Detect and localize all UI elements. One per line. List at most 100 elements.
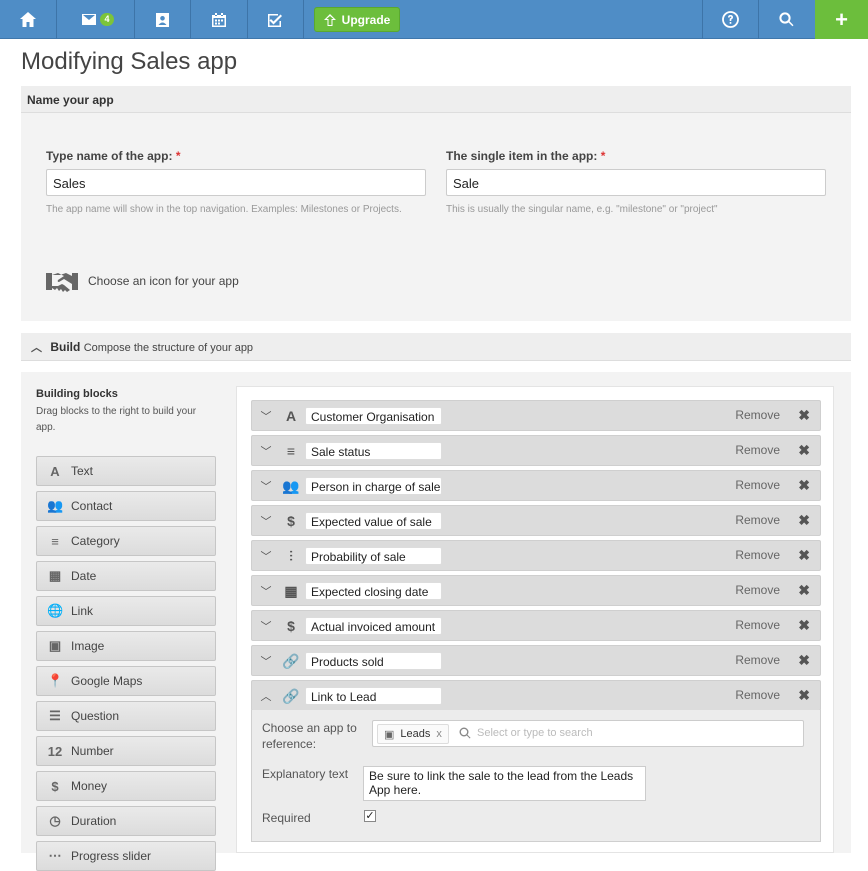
block-label: Duration [71,814,117,828]
block-date[interactable]: ▦ Date [36,561,216,591]
close-icon[interactable]: ✖ [798,442,810,459]
collapse-chevron-icon: ︿ [31,342,42,354]
block-duration[interactable]: ◷ Duration [36,806,216,836]
build-section-header[interactable]: ︿ Build Compose the structure of your ap… [21,333,851,361]
close-icon[interactable]: ✖ [798,512,810,529]
field-name-input[interactable]: Customer Organisation [305,407,442,425]
block-question[interactable]: ☰ Question [36,701,216,731]
field-row[interactable]: ﹀ A Customer Organisation Remove ✖ [251,400,821,431]
block-number[interactable]: 12 Number [36,736,216,766]
contacts-icon [155,12,169,27]
remove-field-button[interactable]: Remove [735,548,780,562]
block-category[interactable]: ≡ Category [36,526,216,556]
tasks-button[interactable] [247,0,303,39]
remove-field-button[interactable]: Remove [735,478,780,492]
close-icon[interactable]: ✖ [798,617,810,634]
field-name-input[interactable]: Person in charge of sale [305,477,442,495]
field-row[interactable]: ﹀ ▦ Expected closing date Remove ✖ [251,575,821,606]
money-icon: $ [287,618,295,634]
block-label: Date [71,569,97,583]
chevron-down-icon[interactable]: ﹀ [259,548,273,563]
mail-icon [82,14,97,25]
token-remove-icon[interactable]: x [436,728,442,743]
field-name-input[interactable]: Link to Lead [305,687,442,705]
chevron-down-icon[interactable]: ﹀ [259,513,273,528]
remove-field-button[interactable]: Remove [735,513,780,527]
explanatory-text-input[interactable]: Be sure to link the sale to the lead fro… [363,766,646,801]
block-text[interactable]: A Text [36,456,216,486]
field-row[interactable]: ﹀ 👥 Person in charge of sale Remove ✖ [251,470,821,501]
required-label: Required [262,811,311,825]
reference-app-select[interactable]: ▣ Leads x Select or type to search [372,720,804,747]
category-icon: ≡ [286,443,296,459]
close-icon[interactable]: ✖ [798,652,810,669]
chevron-up-icon[interactable]: ︿ [259,688,273,703]
contacts-icon: ▣ [384,729,395,741]
block-link[interactable]: 🌐 Link [36,596,216,626]
nav-divider [303,0,304,39]
block-label: Google Maps [71,674,143,688]
contacts-button[interactable] [134,0,190,39]
chevron-down-icon[interactable]: ﹀ [259,443,273,458]
upgrade-button[interactable]: Upgrade [314,7,400,32]
search-button[interactable] [758,0,814,39]
remove-field-button[interactable]: Remove [735,618,780,632]
choose-icon-link[interactable]: Choose an icon for your app [88,274,239,288]
money-icon: $ [51,778,59,794]
calendar-button[interactable] [191,0,247,39]
reference-token-label: Leads [400,728,431,740]
close-icon[interactable]: ✖ [798,547,810,564]
chevron-down-icon[interactable]: ﹀ [259,408,273,423]
block-progress-slider[interactable]: ⋯ Progress slider [36,841,216,871]
chevron-down-icon[interactable]: ﹀ [259,583,273,598]
date-icon: ▦ [284,583,298,599]
field-row[interactable]: ﹀ ≡ Sale status Remove ✖ [251,435,821,466]
name-section-panel [21,113,851,321]
field-name-input[interactable]: Expected value of sale [305,512,442,530]
remove-field-button[interactable]: Remove [735,583,780,597]
block-label: Contact [71,499,113,513]
remove-field-button[interactable]: Remove [735,443,780,457]
block-money[interactable]: $ Money [36,771,216,801]
remove-field-button[interactable]: Remove [735,688,780,702]
inbox-button[interactable]: 4 [66,0,130,39]
remove-field-button[interactable]: Remove [735,653,780,667]
upgrade-arrow-icon [323,13,336,26]
close-icon[interactable]: ✖ [798,407,810,424]
inbox-badge: 4 [100,13,114,26]
block-google-maps[interactable]: 📍 Google Maps [36,666,216,696]
progress-icon: ⋯ [48,848,62,863]
field-name-input[interactable]: Actual invoiced amount [305,617,442,635]
add-button[interactable]: + [815,0,868,39]
close-icon[interactable]: ✖ [798,687,810,704]
home-button[interactable] [0,0,56,39]
plus-icon: + [835,6,848,32]
close-icon[interactable]: ✖ [798,477,810,494]
field-row[interactable]: ︿ 🔗 Link to Lead Remove ✖ [251,680,821,711]
block-image[interactable]: ▣ Image [36,631,216,661]
chevron-down-icon[interactable]: ﹀ [259,653,273,668]
reference-search[interactable]: Select or type to search [459,727,593,739]
field-row[interactable]: ﹀ $ Expected value of sale Remove ✖ [251,505,821,536]
app-name-input[interactable]: Sales [46,169,426,196]
remove-field-button[interactable]: Remove [735,408,780,422]
field-name-input[interactable]: Probability of sale [305,547,442,565]
required-checkbox[interactable]: ✓ [364,810,376,822]
item-name-input[interactable]: Sale [446,169,826,196]
close-icon[interactable]: ✖ [798,582,810,599]
app-name-label: Type name of the app: * [46,149,180,163]
field-name-input[interactable]: Expected closing date [305,582,442,600]
field-name-input[interactable]: Products sold [305,652,442,670]
required-mark: * [175,149,181,163]
chevron-down-icon[interactable]: ﹀ [259,618,273,633]
handshake-icon[interactable] [44,268,80,298]
help-button[interactable] [702,0,758,39]
field-row[interactable]: ﹀ $ Actual invoiced amount Remove ✖ [251,610,821,641]
build-subtitle: Compose the structure of your app [83,342,254,354]
field-row[interactable]: ﹀ ⫶ Probability of sale Remove ✖ [251,540,821,571]
search-icon [459,727,471,739]
block-contact[interactable]: 👥 Contact [36,491,216,521]
field-name-input[interactable]: Sale status [305,442,442,460]
chevron-down-icon[interactable]: ﹀ [259,478,273,493]
field-row[interactable]: ﹀ 🔗 Products sold Remove ✖ [251,645,821,676]
